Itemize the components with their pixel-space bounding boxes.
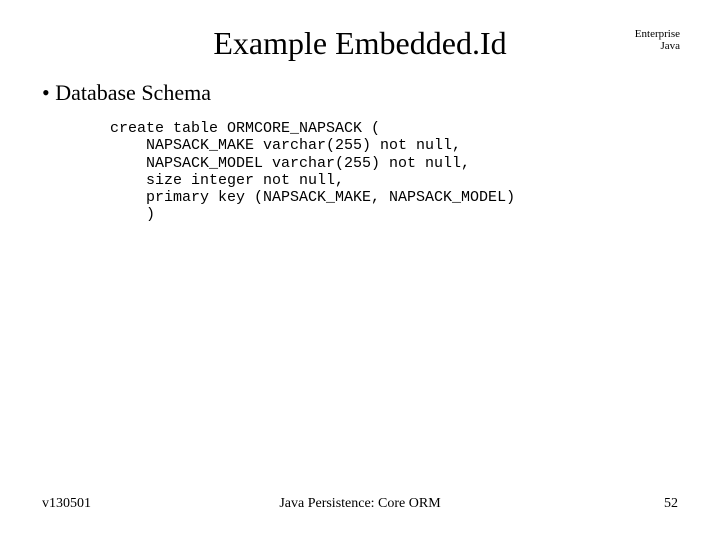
corner-label-line2: Java — [660, 40, 680, 52]
footer-title: Java Persistence: Core ORM — [0, 496, 720, 512]
corner-label: Enterprise Java — [635, 28, 680, 52]
corner-label-line1: Enterprise — [635, 28, 680, 40]
slide-title: Example Embedded.Id — [0, 25, 720, 62]
code-block: create table ORMCORE_NAPSACK ( NAPSACK_M… — [110, 120, 515, 224]
bullet-database-schema: Database Schema — [42, 80, 211, 106]
slide: Example Embedded.Id Enterprise Java Data… — [0, 0, 720, 540]
footer-page-number: 52 — [664, 496, 678, 512]
